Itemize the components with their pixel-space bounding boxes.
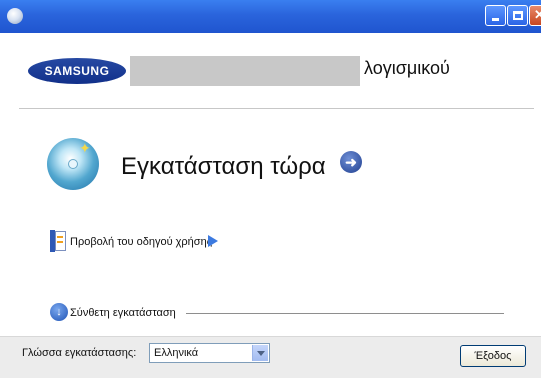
language-label: Γλώσσα εγκατάστασης: (22, 347, 137, 359)
maximize-icon (512, 11, 523, 20)
book-line (57, 236, 63, 238)
samsung-logo: SAMSUNG (28, 58, 126, 84)
section-divider (186, 313, 504, 314)
close-button[interactable]: ✕ (529, 5, 541, 26)
language-value: Ελληνικά (154, 347, 199, 359)
minimize-icon (492, 18, 499, 21)
play-arrow-icon[interactable] (208, 235, 218, 247)
setup-cd-icon[interactable] (7, 8, 23, 24)
dropdown-arrow-icon[interactable] (252, 345, 268, 361)
disc-hole (68, 159, 78, 169)
install-now-link[interactable]: Εγκατάσταση τώρα (121, 153, 326, 181)
title-placeholder-block (130, 56, 360, 86)
maximize-button[interactable] (507, 5, 528, 26)
header-divider (19, 108, 534, 109)
title-bar: ✕ (0, 0, 541, 33)
minimize-button[interactable] (485, 5, 506, 26)
book-line (57, 241, 63, 243)
language-select[interactable]: Ελληνικά (149, 343, 270, 363)
close-icon: ✕ (534, 7, 541, 22)
banner-title: λογισμικού (364, 58, 450, 78)
sparkle-icon: ✦ (79, 140, 91, 156)
arrow-right-circle-icon[interactable]: ➜ (340, 151, 362, 173)
user-guide-link[interactable]: Προβολή του οδηγού χρήσης (70, 236, 212, 248)
exit-button[interactable]: Έξοδος (460, 345, 526, 367)
manual-book-icon[interactable] (50, 230, 66, 252)
advanced-install-link[interactable]: Σύνθετη εγκατάσταση (70, 307, 176, 319)
chevron-down-circle-icon[interactable]: ↓ (50, 303, 68, 321)
software-disc-icon[interactable]: ✦ (47, 138, 99, 190)
